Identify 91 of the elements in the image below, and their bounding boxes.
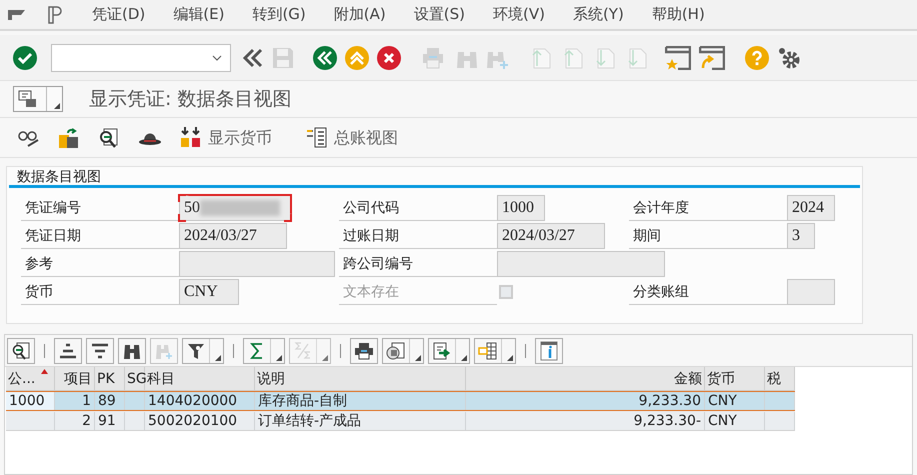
toolbar-button[interactable]: 总账视图 bbox=[302, 122, 402, 152]
ledger-icon bbox=[306, 126, 328, 148]
table-cell: CNY bbox=[705, 412, 765, 430]
table-cell: 89 bbox=[95, 392, 125, 410]
currency-squares-icon bbox=[180, 126, 202, 148]
dropdown-triangle-icon bbox=[415, 354, 421, 360]
grid-toolbar-button[interactable] bbox=[54, 338, 82, 364]
menu-icon[interactable] bbox=[8, 8, 26, 20]
table-cell: 5002020100 bbox=[145, 412, 255, 430]
menu-item[interactable]: 设置(S) bbox=[414, 3, 465, 26]
dropdown-triangle-icon bbox=[461, 354, 467, 360]
table-cell: 2 bbox=[55, 412, 95, 430]
table-cell: CNY bbox=[705, 392, 765, 410]
table-row[interactable]: 1000 1 89 1404020000 库存商品-自制 9,233.30 CNY bbox=[6, 391, 795, 411]
column-header[interactable]: SG bbox=[125, 367, 145, 390]
grid-toolbar-button[interactable] bbox=[382, 338, 424, 364]
input-field[interactable]: CNY bbox=[179, 279, 239, 305]
command-field[interactable] bbox=[51, 44, 231, 72]
input-field[interactable]: 2024/03/27 bbox=[179, 223, 287, 249]
grid-toolbar-button[interactable] bbox=[350, 338, 378, 364]
group-title: 数据条目视图 bbox=[9, 167, 860, 188]
column-header[interactable]: 项目 bbox=[55, 367, 95, 390]
grid-toolbar-button[interactable] bbox=[118, 338, 146, 364]
table-cell: 9,233.30 bbox=[466, 392, 705, 410]
sort-ascending-icon bbox=[58, 342, 78, 358]
field-label: 文本存在 bbox=[339, 279, 497, 305]
dropdown-triangle-icon bbox=[215, 354, 221, 360]
grid-toolbar-button[interactable] bbox=[86, 338, 114, 364]
layout-icon bbox=[478, 340, 498, 360]
column-header[interactable]: 税 bbox=[765, 367, 795, 390]
screen-title: 显示凭证: 数据条目视图 bbox=[89, 86, 292, 112]
input-field[interactable]: 2024/03/27 bbox=[497, 223, 605, 249]
dropdown-triangle-icon bbox=[276, 354, 282, 360]
menu-item[interactable]: 转到(G) bbox=[252, 3, 306, 26]
dropdown-triangle-icon bbox=[54, 103, 60, 109]
column-header[interactable]: PK bbox=[95, 367, 125, 390]
input-field[interactable] bbox=[787, 279, 835, 305]
input-field[interactable]: 1000 bbox=[497, 195, 545, 221]
field-label: 凭证编号 bbox=[21, 195, 179, 221]
toolbar-button[interactable]: 显示货币 bbox=[176, 122, 276, 152]
grid-toolbar-button[interactable] bbox=[428, 338, 470, 364]
input-field[interactable]: 2024 bbox=[787, 195, 835, 221]
input-field[interactable]: 3 bbox=[787, 223, 815, 249]
window-star-icon[interactable] bbox=[665, 46, 691, 70]
dropdown-triangle-icon bbox=[507, 354, 513, 360]
printer-icon bbox=[354, 342, 374, 360]
menu-item[interactable]: 凭证(D) bbox=[92, 3, 146, 26]
table-cell: 库存商品-自制 bbox=[255, 392, 466, 410]
filter-icon bbox=[187, 342, 205, 360]
export-icon bbox=[432, 340, 452, 360]
views-icon bbox=[386, 340, 406, 360]
grid-toolbar-button[interactable] bbox=[535, 338, 563, 364]
menu-item[interactable]: 编辑(E) bbox=[173, 3, 224, 26]
table-cell: 9,233.30- bbox=[466, 412, 705, 430]
menu-item[interactable]: 帮助(H) bbox=[652, 3, 705, 26]
settings-icon[interactable] bbox=[777, 46, 801, 70]
cancel-icon[interactable] bbox=[377, 46, 401, 70]
column-header[interactable]: 科目 bbox=[145, 367, 255, 390]
layout-icon[interactable] bbox=[46, 6, 64, 24]
grid-toolbar-button[interactable] bbox=[7, 338, 35, 364]
menu-item[interactable]: 环境(V) bbox=[492, 3, 545, 26]
table-cell: 订单结转-产成品 bbox=[255, 412, 466, 430]
check-icon[interactable] bbox=[13, 46, 37, 70]
table-row[interactable]: 2 91 5002020100 订单结转-产成品 9,233.30- CNY bbox=[6, 411, 795, 431]
column-header[interactable]: 金额 bbox=[466, 367, 705, 390]
input-field[interactable]: 50 bbox=[179, 195, 291, 221]
info-icon bbox=[540, 340, 558, 360]
table-cell: 1404020000 bbox=[145, 392, 255, 410]
dropdown-triangle-icon bbox=[322, 354, 328, 360]
table-cell: 1 bbox=[55, 392, 95, 410]
table-cell: 91 bbox=[95, 412, 125, 430]
layout-menu-button[interactable] bbox=[13, 86, 63, 112]
window-arrow-icon[interactable] bbox=[699, 46, 725, 70]
chevron-down-icon bbox=[212, 54, 222, 60]
sigma-icon bbox=[249, 342, 265, 360]
sort-descending-icon bbox=[90, 342, 110, 358]
column-header[interactable]: 公... bbox=[6, 367, 55, 390]
menu-item[interactable]: 系统(Y) bbox=[572, 3, 624, 26]
back-icon[interactable] bbox=[313, 46, 337, 70]
switch-document-icon bbox=[58, 126, 80, 148]
grid-toolbar-button[interactable] bbox=[182, 338, 224, 364]
table-cell: 1000 bbox=[6, 392, 55, 410]
zoom-document-icon bbox=[12, 342, 30, 360]
zoom-document-icon bbox=[98, 126, 120, 148]
menu-item[interactable]: 附加(A) bbox=[334, 3, 386, 26]
subtotal-sigma-icon bbox=[294, 342, 312, 360]
column-header[interactable]: 货币 bbox=[705, 367, 765, 390]
grid-toolbar-button[interactable] bbox=[474, 338, 516, 364]
input-field[interactable] bbox=[179, 251, 335, 277]
column-header[interactable]: 说明 bbox=[255, 367, 466, 390]
input-field[interactable] bbox=[497, 251, 665, 277]
